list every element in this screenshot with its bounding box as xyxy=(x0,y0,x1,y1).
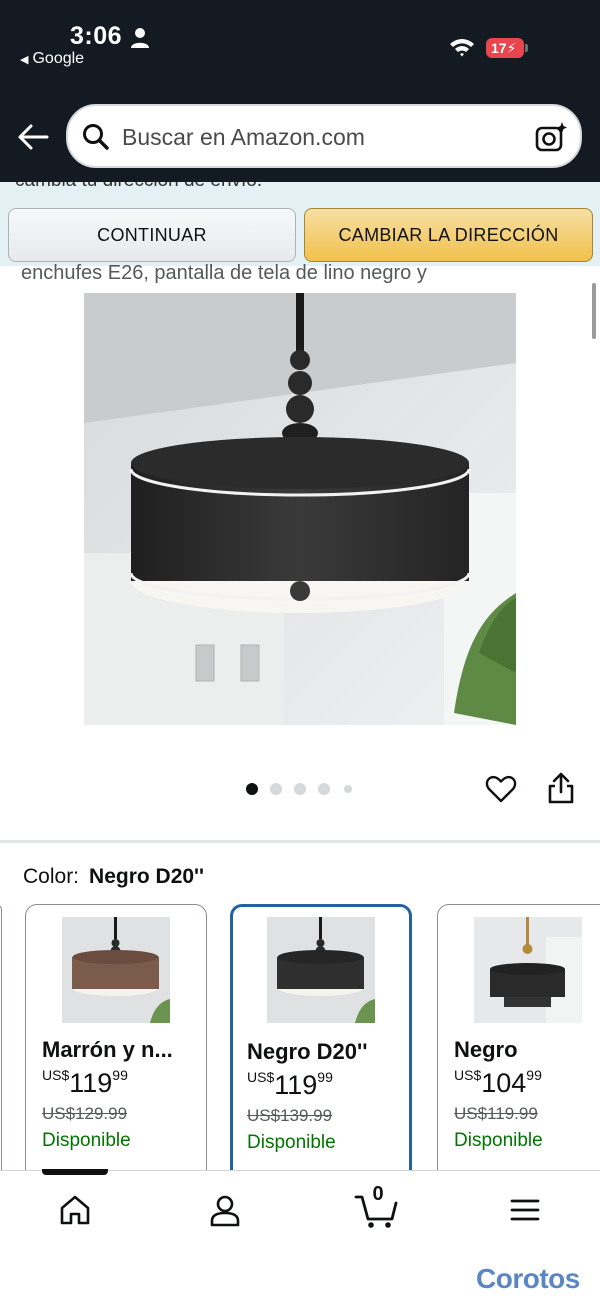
search-input[interactable] xyxy=(122,124,522,151)
section-divider xyxy=(0,840,600,843)
menu-icon[interactable] xyxy=(508,1193,542,1227)
carousel-dot[interactable] xyxy=(318,783,330,795)
variation-price: US$11999 xyxy=(247,1069,333,1101)
account-icon[interactable] xyxy=(208,1193,242,1227)
availability: Disponible xyxy=(454,1130,543,1151)
price-currency: US$ xyxy=(247,1069,275,1085)
variation-card[interactable]: Negro US$10499 US$119.99 Disponible xyxy=(437,904,600,1184)
carousel-dot[interactable] xyxy=(270,783,282,795)
battery-indicator: 17⚡ xyxy=(486,38,524,58)
active-tab-indicator xyxy=(42,1169,108,1175)
carousel-dot[interactable] xyxy=(246,783,258,795)
variation-price: US$10499 xyxy=(454,1067,542,1099)
price-whole: 119 xyxy=(274,1070,318,1100)
search-bar[interactable] xyxy=(66,104,582,168)
share-icon[interactable] xyxy=(546,771,576,805)
heart-icon[interactable] xyxy=(485,773,517,805)
back-app-label: Google xyxy=(32,50,85,67)
back-triangle-icon: ◀ xyxy=(20,54,29,66)
variation-name: Marrón y n... xyxy=(42,1037,173,1062)
price-fraction: 99 xyxy=(112,1067,128,1083)
cart-icon[interactable] xyxy=(354,1191,398,1229)
carousel-dot[interactable] xyxy=(344,785,352,793)
camera-search-icon[interactable] xyxy=(534,120,568,154)
product-title: enchufes E26, pantalla de tela de lino n… xyxy=(21,262,427,284)
continue-button[interactable]: CONTINUAR xyxy=(8,208,296,262)
charging-bolt-icon: ⚡ xyxy=(506,40,517,56)
corotos-watermark: Corotos xyxy=(476,1263,580,1294)
price-currency: US$ xyxy=(454,1067,482,1083)
battery-nub xyxy=(525,44,528,52)
product-image[interactable] xyxy=(84,293,516,725)
variation-thumbnail xyxy=(62,917,170,1023)
variation-name: Negro D20'' xyxy=(247,1039,368,1064)
carousel-dot[interactable] xyxy=(294,783,306,795)
back-to-app-link[interactable]: ◀ Google xyxy=(20,50,84,68)
price-fraction: 99 xyxy=(526,1067,542,1083)
home-icon[interactable] xyxy=(58,1193,92,1227)
selected-color: Negro D20'' xyxy=(89,865,205,888)
search-icon[interactable] xyxy=(82,123,110,151)
change-address-button[interactable]: CAMBIAR LA DIRECCIÓN xyxy=(304,208,593,262)
battery-level: 17 xyxy=(491,40,507,56)
color-selector-label: Color: Negro D20'' xyxy=(23,865,204,889)
price-fraction: 99 xyxy=(317,1069,333,1085)
price-whole: 104 xyxy=(481,1068,527,1098)
bottom-navigation: 0 Corotos xyxy=(0,1169,600,1304)
color-label: Color: xyxy=(23,865,80,888)
list-price: US$129.99 xyxy=(42,1104,128,1123)
variation-card-offscreen[interactable] xyxy=(0,904,2,1184)
variation-name: Negro xyxy=(454,1037,518,1062)
list-price: US$139.99 xyxy=(247,1106,333,1125)
price-whole: 119 xyxy=(69,1068,113,1098)
variation-thumbnail xyxy=(474,917,582,1023)
banner-text: cambia tu dirección de envío. xyxy=(15,182,262,192)
variation-price: US$11999 xyxy=(42,1067,128,1099)
list-price: US$119.99 xyxy=(454,1104,538,1123)
status-time: 3:06 xyxy=(70,22,123,50)
availability: Disponible xyxy=(42,1130,131,1151)
availability: Disponible xyxy=(247,1132,336,1153)
person-icon xyxy=(131,28,149,48)
variation-thumbnail xyxy=(267,917,375,1023)
scrollbar-thumb[interactable] xyxy=(592,283,596,339)
app-header: 3:06 ◀ Google 17⚡ xyxy=(0,0,600,182)
price-currency: US$ xyxy=(42,1067,70,1083)
wifi-icon xyxy=(450,39,474,57)
variation-card-selected[interactable]: Negro D20'' US$11999 US$139.99 Disponibl… xyxy=(230,904,412,1184)
variation-card[interactable]: Marrón y n... US$11999 US$129.99 Disponi… xyxy=(25,904,207,1184)
shipping-location-banner: cambia tu dirección de envío. CONTINUAR … xyxy=(0,182,600,266)
back-arrow-icon[interactable] xyxy=(16,120,50,154)
